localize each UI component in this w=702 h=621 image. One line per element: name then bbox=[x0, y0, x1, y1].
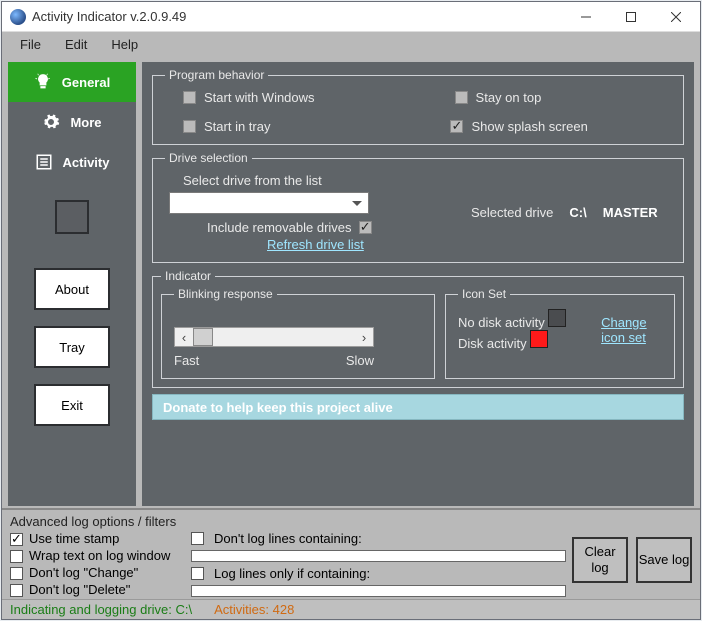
checkbox-icon bbox=[10, 550, 23, 563]
menu-edit[interactable]: Edit bbox=[53, 35, 99, 54]
advanced-panel: Advanced log options / filters Use time … bbox=[2, 508, 700, 599]
dont-log-containing-input[interactable] bbox=[191, 550, 566, 562]
tray-button[interactable]: Tray bbox=[34, 326, 110, 368]
selected-drive-label: Selected drive bbox=[471, 205, 553, 220]
status-activities: Activities: 428 bbox=[214, 602, 294, 617]
maximize-button[interactable] bbox=[608, 3, 653, 31]
checkbox-checked-icon bbox=[10, 533, 23, 546]
blinking-response-group: Blinking response ‹ › Fast Slow bbox=[161, 287, 435, 379]
about-button[interactable]: About bbox=[34, 268, 110, 310]
dont-log-change-option[interactable]: Don't log "Change" bbox=[10, 565, 185, 580]
sidebar: General More Activity About Tray Exit bbox=[8, 62, 136, 506]
minimize-button[interactable] bbox=[563, 3, 608, 31]
close-button[interactable] bbox=[653, 3, 698, 31]
list-icon bbox=[35, 153, 53, 171]
status-indicating: Indicating and logging drive: C:\ bbox=[10, 602, 192, 617]
slider-fast-label: Fast bbox=[174, 353, 199, 368]
checkbox-icon bbox=[183, 91, 196, 104]
status-bar: Indicating and logging drive: C:\ Activi… bbox=[2, 599, 700, 619]
show-splash-option[interactable]: Show splash screen bbox=[450, 119, 587, 134]
activity-swatch bbox=[530, 330, 548, 348]
change-icon-set-link[interactable]: Change icon set bbox=[601, 315, 662, 345]
lightbulb-icon bbox=[34, 73, 52, 91]
dont-log-containing-label: Don't log lines containing: bbox=[214, 531, 362, 546]
menu-help[interactable]: Help bbox=[99, 35, 150, 54]
include-removable-option[interactable]: Include removable drives bbox=[207, 220, 380, 235]
start-in-tray-option[interactable]: Start in tray bbox=[183, 119, 270, 134]
drive-selection-legend: Drive selection bbox=[165, 151, 252, 165]
menu-file[interactable]: File bbox=[8, 35, 53, 54]
checkbox-icon[interactable] bbox=[191, 567, 204, 580]
nav-more[interactable]: More bbox=[8, 102, 136, 142]
selected-drive-name: MASTER bbox=[603, 205, 658, 220]
advanced-title: Advanced log options / filters bbox=[10, 514, 692, 529]
use-timestamp-option[interactable]: Use time stamp bbox=[10, 531, 185, 546]
icon-set-legend: Icon Set bbox=[458, 287, 510, 301]
stay-on-top-option[interactable]: Stay on top bbox=[455, 90, 542, 105]
drive-indicator-square bbox=[55, 200, 89, 234]
blinking-slider[interactable]: ‹ › bbox=[174, 327, 374, 347]
drive-select[interactable] bbox=[169, 192, 369, 214]
blinking-response-legend: Blinking response bbox=[174, 287, 277, 301]
donate-banner[interactable]: Donate to help keep this project alive bbox=[152, 394, 684, 420]
dont-log-delete-option[interactable]: Don't log "Delete" bbox=[10, 582, 185, 597]
indicator-legend: Indicator bbox=[161, 269, 215, 283]
only-if-containing-input[interactable] bbox=[191, 585, 566, 597]
checkbox-icon bbox=[455, 91, 468, 104]
titlebar: Activity Indicator v.2.0.9.49 bbox=[2, 2, 700, 32]
refresh-drive-list-link[interactable]: Refresh drive list bbox=[267, 237, 364, 252]
chevron-left-icon[interactable]: ‹ bbox=[175, 330, 193, 345]
app-icon bbox=[10, 9, 26, 25]
window-title: Activity Indicator v.2.0.9.49 bbox=[32, 9, 563, 24]
selected-drive-letter: C:\ bbox=[569, 205, 586, 220]
program-behavior-legend: Program behavior bbox=[165, 68, 268, 82]
menu-bar: File Edit Help bbox=[2, 32, 700, 56]
wrap-text-option[interactable]: Wrap text on log window bbox=[10, 548, 185, 563]
checkbox-icon bbox=[10, 567, 23, 580]
slider-thumb[interactable] bbox=[193, 328, 213, 346]
no-activity-swatch bbox=[548, 309, 566, 327]
nav-more-label: More bbox=[70, 115, 101, 130]
exit-button[interactable]: Exit bbox=[34, 384, 110, 426]
slider-slow-label: Slow bbox=[346, 353, 374, 368]
checkbox-checked-icon bbox=[450, 120, 463, 133]
nav-activity[interactable]: Activity bbox=[8, 142, 136, 182]
gear-icon bbox=[42, 113, 60, 131]
nav-general[interactable]: General bbox=[8, 62, 136, 102]
app-window: Activity Indicator v.2.0.9.49 File Edit … bbox=[1, 1, 701, 620]
nav-activity-label: Activity bbox=[63, 155, 110, 170]
no-disk-activity-label: No disk activity bbox=[458, 315, 545, 330]
checkbox-checked-icon bbox=[359, 221, 372, 234]
chevron-right-icon[interactable]: › bbox=[355, 330, 373, 345]
checkbox-icon bbox=[183, 120, 196, 133]
select-drive-label: Select drive from the list bbox=[165, 173, 322, 188]
program-behavior-group: Program behavior Start with Windows Stay… bbox=[152, 68, 684, 145]
nav-general-label: General bbox=[62, 75, 110, 90]
start-with-windows-option[interactable]: Start with Windows bbox=[183, 90, 315, 105]
main-panel: Program behavior Start with Windows Stay… bbox=[142, 62, 694, 506]
checkbox-icon[interactable] bbox=[191, 532, 204, 545]
checkbox-icon bbox=[10, 584, 23, 597]
indicator-group: Indicator Blinking response ‹ › bbox=[152, 269, 684, 388]
disk-activity-label: Disk activity bbox=[458, 336, 527, 351]
icon-set-group: Icon Set No disk activity Disk activity … bbox=[445, 287, 675, 379]
drive-selection-group: Drive selection Select drive from the li… bbox=[152, 151, 684, 263]
only-if-containing-label: Log lines only if containing: bbox=[214, 566, 370, 581]
save-log-button[interactable]: Save log bbox=[636, 537, 692, 583]
clear-log-button[interactable]: Clear log bbox=[572, 537, 628, 583]
